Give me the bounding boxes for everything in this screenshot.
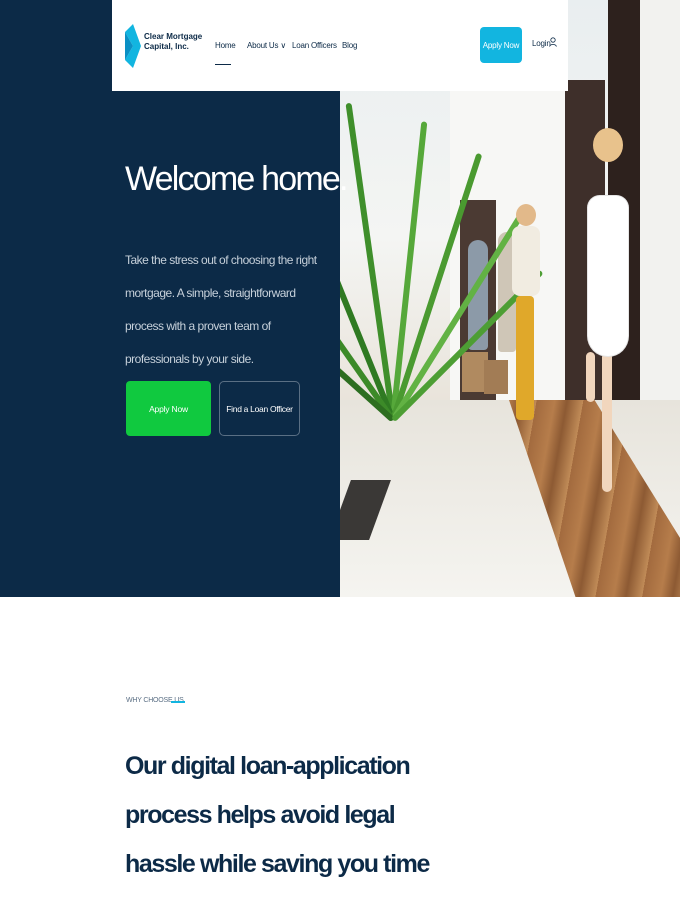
user-icon[interactable] (549, 37, 557, 47)
nav-active-indicator (215, 64, 231, 65)
nav-blog[interactable]: Blog (342, 41, 357, 50)
find-loan-officer-button[interactable]: Find a Loan Officer (219, 381, 300, 436)
hero-title: Welcome home. (125, 160, 348, 198)
logo-name-line2: Capital, Inc. (144, 42, 189, 51)
nav-about-us[interactable]: About Us ∨ (247, 41, 286, 50)
nav-loan-officers[interactable]: Loan Officers (292, 41, 337, 50)
section-heading: Our digital loan-application process hel… (125, 752, 430, 900)
logo-mark-icon (125, 24, 141, 68)
eyebrow-accent-line (171, 701, 185, 703)
header-apply-now-button[interactable]: Apply Now (480, 27, 522, 63)
logo[interactable]: Clear Mortgage Capital, Inc. (125, 24, 202, 68)
apply-now-button[interactable]: Apply Now (126, 381, 211, 436)
hero-subtitle: Take the stress out of choosing the righ… (125, 253, 317, 366)
logo-name-line1: Clear Mortgage (144, 32, 203, 41)
nav-home[interactable]: Home (215, 41, 236, 50)
login-link[interactable]: Login (532, 39, 551, 48)
logo-text: Clear Mortgage Capital, Inc. (144, 32, 204, 52)
site-header: Clear Mortgage Capital, Inc. Home About … (112, 0, 568, 91)
